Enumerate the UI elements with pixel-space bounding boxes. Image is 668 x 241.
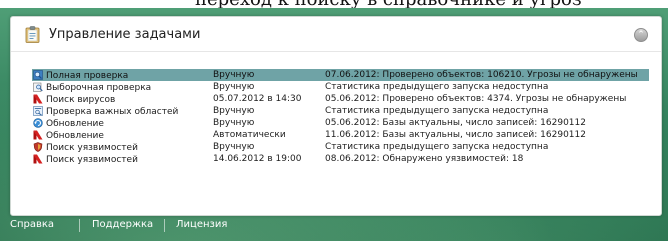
task-run-mode: Вручную [213, 69, 325, 81]
task-status: Статистика предыдущего запуска недоступн… [325, 82, 549, 92]
task-management-panel: Управление задачами ⌃ Полная проверка Вр… [10, 16, 662, 216]
task-run-mode: 14.06.2012 в 19:00 [213, 154, 302, 164]
full-scan-icon [33, 69, 43, 80]
task-status: 07.06.2012: Проверено объектов: 106210. … [325, 69, 649, 81]
table-row[interactable]: Обновление Автоматически 11.06.2012: Баз… [32, 129, 649, 141]
task-name: Обновление [46, 118, 104, 129]
task-status: 11.06.2012: Базы актуальны, число записе… [325, 130, 586, 140]
panel-header: Управление задачами ⌃ [11, 17, 661, 52]
task-table: Полная проверка Вручную 07.06.2012: Пров… [32, 69, 649, 165]
support-link[interactable]: Поддержка [92, 219, 153, 230]
task-status: 05.06.2012: Базы актуальны, число записе… [325, 118, 586, 128]
table-row[interactable]: Полная проверка Вручную 07.06.2012: Пров… [32, 69, 649, 81]
task-run-mode: Вручную [213, 142, 255, 152]
footer-divider [79, 219, 80, 232]
help-link[interactable]: Справка [10, 219, 54, 230]
table-row[interactable]: Поиск уязвимостей 14.06.2012 в 19:00 08.… [32, 153, 649, 165]
task-status: 08.06.2012: Обнаружено уязвимостей: 18 [325, 154, 524, 164]
custom-scan-icon [33, 82, 43, 92]
task-name: Проверка важных областей [46, 106, 179, 117]
collapse-button[interactable]: ⌃ [634, 28, 648, 42]
vulnerability-scan-scheduled-icon [33, 154, 43, 163]
update-auto-icon [33, 130, 43, 139]
update-icon [33, 117, 43, 128]
panel-title: Управление задачами [49, 27, 201, 42]
task-name: Полная проверка [46, 70, 129, 81]
task-status: Статистика предыдущего запуска недоступн… [325, 142, 549, 152]
task-run-mode: Вручную [213, 106, 255, 116]
task-run-mode: 05.07.2012 в 14:30 [213, 94, 302, 104]
clipboard-icon [25, 26, 40, 43]
task-run-mode: Вручную [213, 118, 255, 128]
task-name: Выборочная проверка [46, 82, 152, 93]
table-row[interactable]: Поиск вирусов 05.07.2012 в 14:30 05.06.2… [32, 93, 649, 105]
task-name: Поиск уязвимостей [46, 154, 138, 165]
task-status: 05.06.2012: Проверено объектов: 4374. Уг… [325, 94, 627, 104]
table-row[interactable]: Обновление Вручную 05.06.2012: Базы акту… [32, 117, 649, 129]
footer-bar: Справка Поддержка Лицензия [0, 214, 668, 241]
task-name: Поиск вирусов [46, 94, 116, 105]
footer-divider [164, 219, 165, 232]
task-run-mode: Вручную [213, 82, 255, 92]
task-run-mode: Автоматически [213, 130, 286, 140]
chevron-up-icon: ⌃ [637, 30, 645, 40]
table-row[interactable]: Поиск уязвимостей Вручную Статистика пре… [32, 141, 649, 153]
license-link[interactable]: Лицензия [176, 219, 227, 230]
vulnerability-scan-icon [33, 141, 43, 152]
virus-scan-icon [33, 94, 43, 103]
critical-areas-icon [33, 105, 43, 116]
task-status: Статистика предыдущего запуска недоступн… [325, 106, 549, 116]
table-row[interactable]: Проверка важных областей Вручную Статист… [32, 105, 649, 117]
task-name: Поиск уязвимостей [46, 142, 138, 153]
app-background: Управление задачами ⌃ Полная проверка Вр… [0, 8, 668, 241]
task-name: Обновление [46, 130, 104, 141]
table-row[interactable]: Выборочная проверка Вручную Статистика п… [32, 81, 649, 93]
